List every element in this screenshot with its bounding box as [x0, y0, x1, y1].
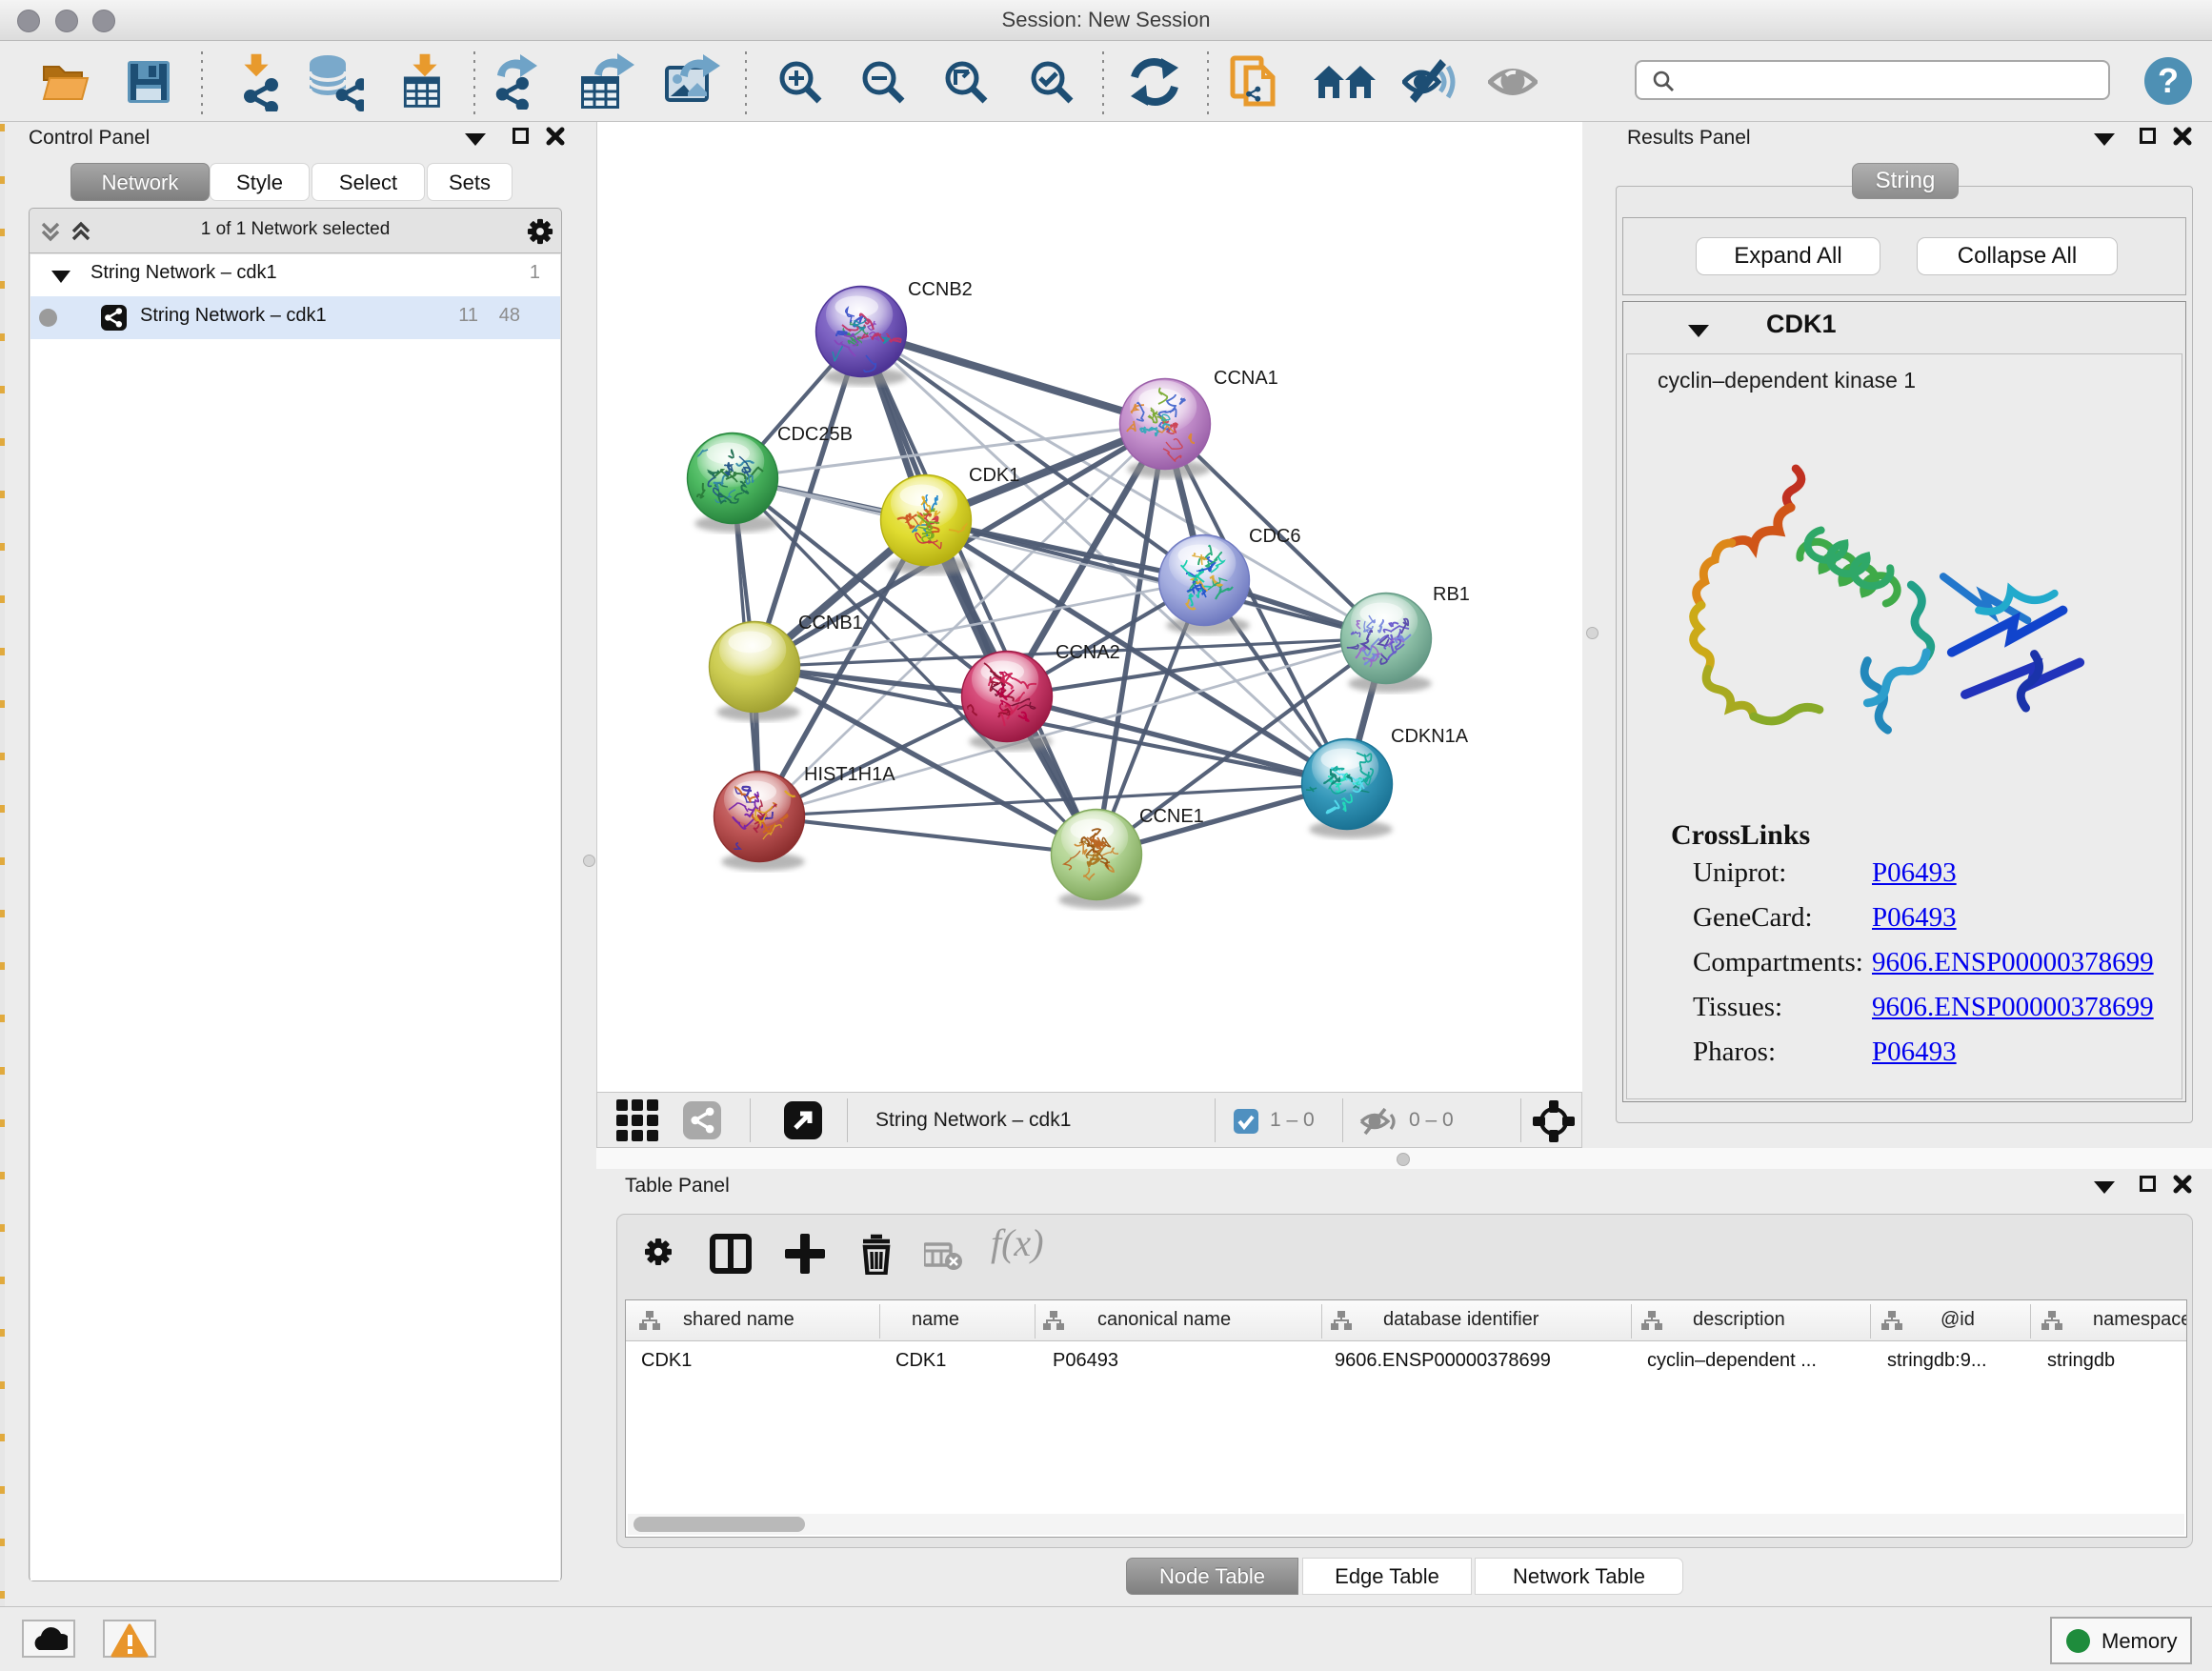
svg-text:CDKN1A: CDKN1A — [1391, 726, 1469, 747]
svg-text:CCNE1: CCNE1 — [1139, 806, 1204, 827]
svg-text:CCNA1: CCNA1 — [1214, 368, 1278, 389]
svg-text:CCNB1: CCNB1 — [798, 613, 863, 634]
svg-text:CDC6: CDC6 — [1249, 526, 1300, 547]
svg-text:CDC25B: CDC25B — [777, 424, 853, 445]
svg-text:CDK1: CDK1 — [969, 465, 1019, 486]
svg-text:HIST1H1A: HIST1H1A — [804, 764, 895, 785]
svg-text:CCNA2: CCNA2 — [1056, 642, 1120, 663]
svg-text:CCNB2: CCNB2 — [908, 279, 973, 300]
svg-text:RB1: RB1 — [1433, 584, 1470, 605]
